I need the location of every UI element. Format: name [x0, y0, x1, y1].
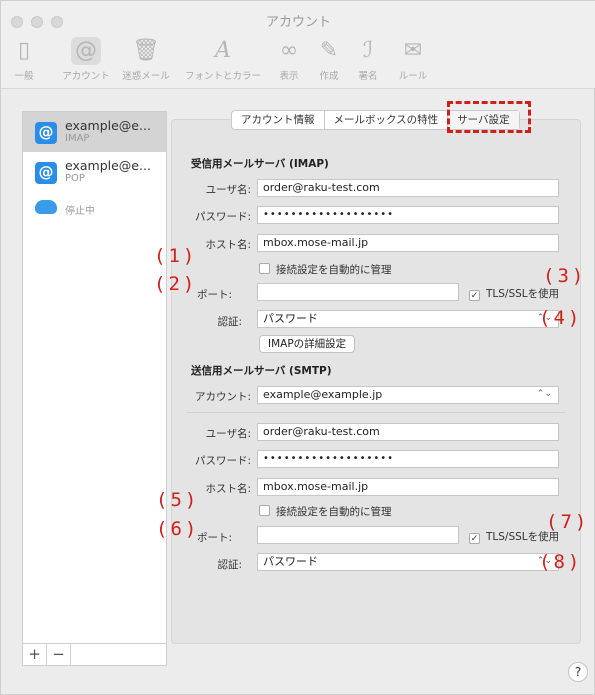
incoming-auth-select[interactable]: パスワード	[257, 310, 559, 328]
toolbar-junk[interactable]: 🗑 迷惑メール	[119, 37, 173, 82]
incoming-auto-manage-checkbox[interactable]: 接続設定を自動的に管理	[259, 262, 392, 277]
incoming-heading: 受信用メールサーバ (IMAP)	[191, 158, 329, 170]
at-icon: @	[71, 37, 101, 65]
account-item-pop[interactable]: @ example@e... POP	[23, 152, 166, 192]
pencil-icon: ✎	[319, 38, 339, 63]
outgoing-heading: 送信用メールサーバ (SMTP)	[191, 365, 332, 377]
preferences-window: アカウント ▯ 一般 @ アカウント 🗑 迷惑メール A フォントとカラー ∞ 表示 ✎ 作…	[0, 0, 595, 695]
annotation-2: (2)	[154, 273, 198, 295]
incoming-password-label: パスワード:	[194, 211, 251, 223]
titlebar: アカウント ▯ 一般 @ アカウント 🗑 迷惑メール A フォントとカラー ∞ 表示 ✎ 作…	[1, 1, 595, 89]
annotation-1: (1)	[154, 245, 198, 267]
outgoing-auto-manage-checkbox[interactable]: 接続設定を自動的に管理	[259, 504, 392, 519]
outgoing-auth-select[interactable]: パスワード	[257, 553, 559, 571]
annotation-4: (4)	[539, 307, 583, 329]
highlight-box	[447, 101, 531, 133]
outgoing-password-label: パスワード:	[194, 455, 251, 467]
checkbox-icon	[259, 505, 270, 516]
imap-advanced-button[interactable]: IMAPの詳細設定	[259, 335, 356, 353]
account-type: IMAP	[65, 133, 90, 144]
toolbar: ▯ 一般 @ アカウント 🗑 迷惑メール A フォントとカラー ∞ 表示 ✎ 作成 ℐ 署名 …	[1, 33, 595, 89]
toolbar-fonts[interactable]: A フォントとカラー	[177, 37, 269, 82]
cloud-status: 停止中	[65, 206, 95, 217]
annotation-6: (6)	[156, 518, 200, 540]
window-title: アカウント	[265, 15, 331, 30]
outgoing-username-label: ユーザ名:	[205, 428, 251, 440]
incoming-port-field[interactable]	[257, 283, 459, 301]
incoming-username-label: ユーザ名:	[205, 184, 251, 196]
glasses-icon: ∞	[279, 38, 299, 63]
check-icon: ✓	[469, 533, 480, 544]
phone-icon: ▯	[17, 38, 31, 63]
toolbar-general[interactable]: ▯ 一般	[9, 37, 39, 82]
toolbar-accounts[interactable]: @ アカウント	[56, 37, 116, 82]
outgoing-account-label: アカウント:	[194, 391, 251, 403]
incoming-tls-checkbox[interactable]: ✓ TLS/SSLを使用	[469, 286, 559, 301]
account-list-footer: + −	[23, 643, 166, 665]
outgoing-host-field[interactable]: mbox.mose-mail.jp	[257, 478, 559, 496]
account-item-cloud[interactable]: 停止中	[23, 192, 166, 222]
annotation-3: (3)	[543, 265, 587, 287]
account-name: example@e...	[65, 118, 151, 133]
remove-account-button[interactable]: −	[47, 644, 71, 665]
trash-icon: 🗑	[132, 38, 160, 63]
outgoing-port-field[interactable]	[257, 526, 459, 544]
annotation-5: (5)	[156, 489, 200, 511]
outgoing-auth-label: 認証:	[217, 559, 242, 571]
incoming-auth-label: 認証:	[217, 316, 242, 328]
annotation-7: (7)	[546, 511, 590, 533]
toolbar-view[interactable]: ∞ 表示	[274, 37, 304, 82]
outgoing-account-select[interactable]: example@example.jp	[257, 386, 559, 404]
toolbar-compose[interactable]: ✎ 作成	[314, 37, 344, 82]
check-icon: ✓	[469, 290, 480, 301]
account-name: example@e...	[65, 158, 151, 173]
signature-icon: ℐ	[362, 38, 374, 63]
incoming-username-field[interactable]: order@raku-test.com	[257, 179, 559, 197]
rules-icon: ✉	[403, 38, 423, 63]
outgoing-username-field[interactable]: order@raku-test.com	[257, 423, 559, 441]
outgoing-password-field[interactable]: •••••••••••••••••••	[257, 450, 559, 468]
account-list: @ example@e... IMAP @ example@e... POP 停…	[22, 111, 167, 666]
cloud-icon	[35, 200, 57, 214]
account-item-imap[interactable]: @ example@e... IMAP	[23, 112, 166, 152]
toolbar-signature[interactable]: ℐ 署名	[353, 37, 383, 82]
toolbar-rules[interactable]: ✉ ルール	[393, 37, 433, 82]
font-icon: A	[215, 38, 231, 63]
add-account-button[interactable]: +	[23, 644, 47, 665]
account-type: POP	[65, 173, 85, 184]
at-icon: @	[35, 122, 57, 144]
divider	[186, 412, 566, 413]
incoming-password-field[interactable]: •••••••••••••••••••	[257, 206, 559, 224]
tab-account-info[interactable]: アカウント情報	[232, 111, 325, 129]
help-button[interactable]: ?	[568, 662, 588, 682]
tab-mailbox-behaviors[interactable]: メールボックスの特性	[325, 111, 449, 129]
checkbox-icon	[259, 263, 270, 274]
at-icon: @	[35, 162, 57, 184]
incoming-host-field[interactable]: mbox.mose-mail.jp	[257, 234, 559, 252]
annotation-8: (8)	[539, 551, 583, 573]
